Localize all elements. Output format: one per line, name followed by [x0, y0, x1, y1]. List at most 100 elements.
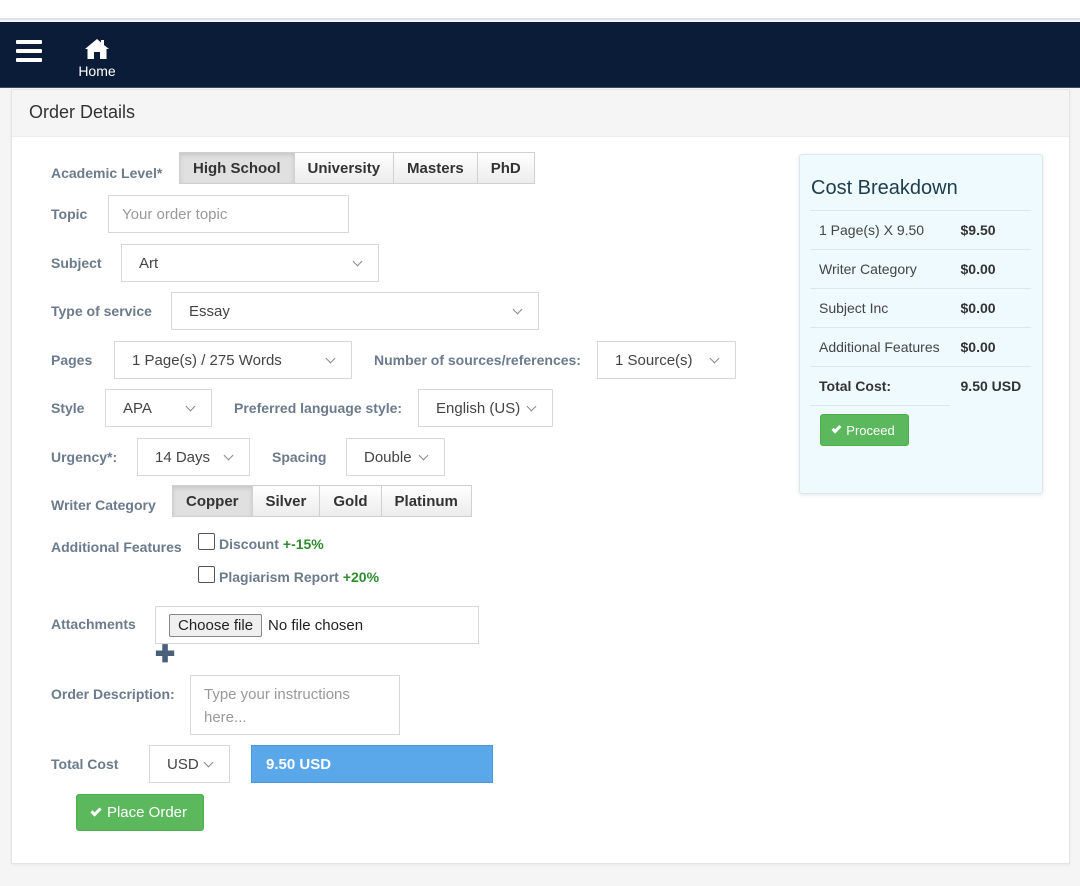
language-value: English (US)	[436, 399, 521, 417]
cost-row-amount: $9.50	[960, 210, 1031, 250]
language-select[interactable]: English (US)	[418, 389, 553, 427]
order-details-panel: Order Details Academic Level* High Schoo…	[11, 89, 1070, 864]
order-description-textarea[interactable]: Type your instructions here...	[190, 675, 400, 735]
style-select[interactable]: APA	[105, 389, 212, 427]
academic-level-group: High School University Masters PhD	[179, 152, 535, 184]
writer-category-copper[interactable]: Copper	[172, 485, 253, 517]
cost-total-amount: 9.50 USD	[960, 366, 1031, 406]
cost-row-amount: $0.00	[960, 288, 1031, 328]
cost-row-label: Additional Features	[810, 327, 961, 367]
chevron-down-icon	[418, 450, 429, 460]
academic-level-high-school[interactable]: High School	[179, 152, 295, 184]
writer-category-silver[interactable]: Silver	[252, 485, 321, 517]
topic-input[interactable]: Your order topic	[108, 195, 349, 233]
divider	[810, 405, 950, 406]
pages-value: 1 Page(s) / 275 Words	[132, 351, 282, 369]
subject-value: Art	[139, 254, 159, 272]
chevron-down-icon	[325, 353, 336, 363]
discount-checkbox[interactable]	[198, 532, 215, 550]
check-icon	[831, 423, 842, 433]
cost-row-amount: $0.00	[960, 249, 1031, 289]
cost-breakdown-title: Cost Breakdown	[811, 177, 958, 199]
cost-total-row: Total Cost: 9.50 USD	[810, 366, 1031, 406]
choose-file-button[interactable]: Choose file	[169, 613, 263, 637]
cost-row: Subject Inc $0.00	[810, 288, 1031, 328]
check-icon	[90, 804, 102, 817]
subject-select[interactable]: Art	[121, 244, 379, 282]
plagiarism-report-label: Plagiarism Report	[219, 569, 339, 585]
nav-home-link[interactable]: Home	[76, 38, 118, 79]
currency-select[interactable]: USD	[149, 745, 230, 783]
proceed-button[interactable]: Proceed	[820, 414, 909, 446]
navbar: Home	[0, 22, 1080, 88]
place-order-label: Place Order	[106, 804, 188, 821]
topic-label: Topic	[51, 206, 88, 222]
cost-row: 1 Page(s) X 9.50 $9.50	[810, 210, 1031, 250]
panel-title: Order Details	[12, 90, 1069, 137]
spacing-value: Double	[364, 448, 412, 466]
subject-label: Subject	[51, 255, 102, 271]
cost-row: Writer Category $0.00	[810, 249, 1031, 289]
plagiarism-report-checkbox[interactable]	[198, 565, 215, 583]
plagiarism-report-modifier: +20%	[342, 569, 380, 585]
file-status: No file chosen	[268, 616, 364, 634]
chevron-down-icon	[526, 401, 537, 411]
additional-features-label: Additional Features	[51, 539, 182, 555]
writer-category-gold[interactable]: Gold	[320, 485, 382, 517]
academic-level-university[interactable]: University	[294, 152, 395, 184]
urgency-value: 14 Days	[155, 448, 211, 466]
sources-select[interactable]: 1 Source(s)	[597, 341, 736, 379]
attachments-label: Attachments	[51, 616, 136, 632]
writer-category-platinum[interactable]: Platinum	[381, 485, 472, 517]
chevron-down-icon	[223, 450, 234, 460]
chevron-down-icon	[512, 304, 523, 314]
academic-level-masters[interactable]: Masters	[394, 152, 478, 184]
type-of-service-value: Essay	[189, 302, 230, 320]
top-strip	[0, 0, 1080, 20]
writer-category-group: Copper Silver Gold Platinum	[172, 485, 472, 517]
cost-row-label: Writer Category	[810, 249, 961, 289]
plagiarism-report-checkbox-option[interactable]: Plagiarism Report +20%	[198, 565, 380, 585]
chevron-down-icon	[203, 757, 214, 767]
style-value: APA	[123, 399, 152, 417]
pages-label: Pages	[51, 352, 93, 368]
chevron-down-icon	[352, 256, 363, 266]
language-label: Preferred language style:	[234, 400, 403, 416]
discount-modifier: +-15%	[282, 536, 324, 552]
sources-value: 1 Source(s)	[615, 351, 693, 369]
academic-level-label: Academic Level*	[51, 165, 163, 181]
spacing-select[interactable]: Double	[346, 438, 445, 476]
cost-total-label: Total Cost:	[810, 366, 961, 406]
total-cost-field: 9.50 USD	[251, 745, 493, 783]
academic-level-phd[interactable]: PhD	[477, 152, 535, 184]
urgency-select[interactable]: 14 Days	[137, 438, 250, 476]
cost-breakdown-card: Cost Breakdown 1 Page(s) X 9.50 $9.50 Wr…	[799, 154, 1043, 494]
pages-select[interactable]: 1 Page(s) / 275 Words	[114, 341, 352, 379]
plus-icon[interactable]: ✚	[155, 643, 175, 667]
sources-label: Number of sources/references:	[374, 352, 581, 368]
chevron-down-icon	[185, 401, 196, 411]
total-cost-label: Total Cost	[51, 756, 119, 772]
type-of-service-select[interactable]: Essay	[171, 292, 539, 330]
style-label: Style	[51, 400, 85, 416]
urgency-label: Urgency*:	[51, 449, 118, 465]
type-of-service-label: Type of service	[51, 303, 152, 319]
writer-category-label: Writer Category	[51, 497, 156, 513]
spacing-label: Spacing	[272, 449, 327, 465]
chevron-down-icon	[709, 353, 720, 363]
home-label: Home	[78, 63, 116, 79]
discount-checkbox-option[interactable]: Discount +-15%	[198, 532, 324, 552]
home-icon	[85, 39, 109, 59]
order-description-label: Order Description:	[51, 686, 175, 702]
cost-row-label: 1 Page(s) X 9.50	[810, 210, 961, 250]
file-input[interactable]: Choose file No file chosen	[155, 606, 479, 644]
cost-row-amount: $0.00	[960, 327, 1031, 367]
hamburger-menu-icon[interactable]	[16, 40, 42, 62]
currency-value: USD	[167, 755, 199, 773]
cost-breakdown-table: 1 Page(s) X 9.50 $9.50 Writer Category $…	[810, 210, 1031, 406]
cost-row-label: Subject Inc	[810, 288, 961, 328]
place-order-button[interactable]: Place Order	[76, 794, 204, 831]
proceed-label: Proceed	[846, 422, 895, 438]
cost-row: Additional Features $0.00	[810, 327, 1031, 367]
discount-label: Discount	[219, 536, 279, 552]
